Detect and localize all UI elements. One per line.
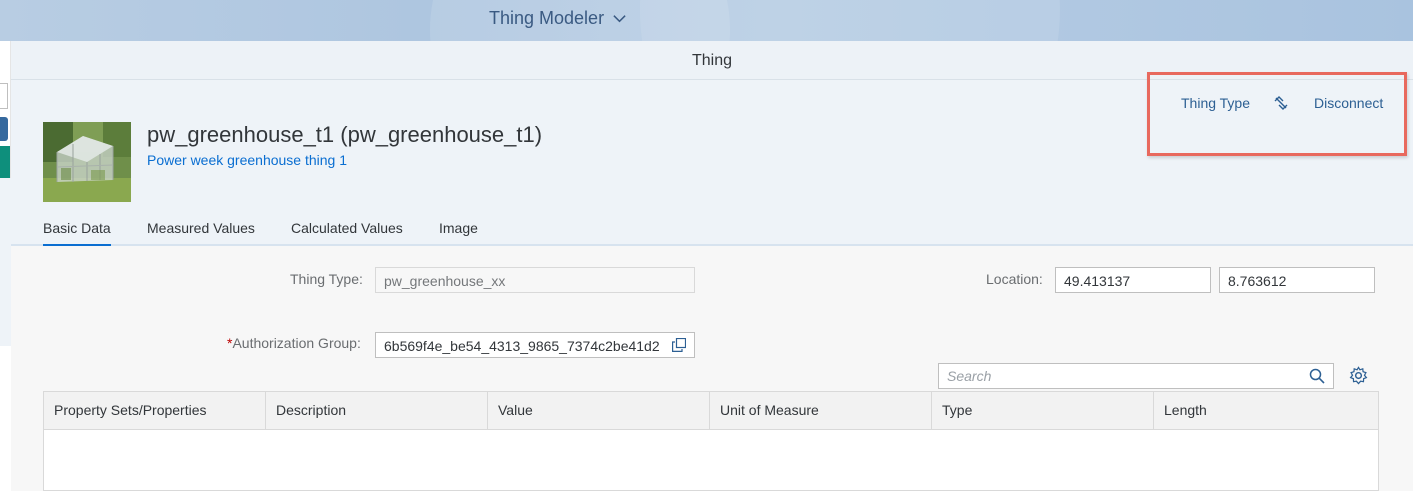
disconnect-icon[interactable] [1273,95,1289,111]
side-panel-button-edge[interactable] [0,117,8,141]
authorization-group-value: 6b569f4e_be54_4313_9865_7374c2be41d2 [384,338,660,354]
header-actions-highlight: Thing Type Disconnect [1147,72,1407,156]
side-panel-edge [0,41,11,346]
chevron-down-icon [613,15,626,23]
shell-bar: Thing Modeler [0,0,1413,41]
tab-calculated-values[interactable]: Calculated Values [291,220,403,246]
side-panel-input-edge[interactable] [0,83,8,109]
column-header-unit-of-measure[interactable]: Unit of Measure [710,392,932,430]
side-panel-selected-item-edge[interactable] [0,146,10,178]
column-header-value[interactable]: Value [488,392,710,430]
gear-icon[interactable] [1349,366,1368,385]
search-icon[interactable] [1309,368,1325,384]
tab-image[interactable]: Image [439,220,478,246]
thing-type-field: pw_greenhouse_xx [375,267,695,293]
column-header-type[interactable]: Type [932,392,1154,430]
page-title: Thing [691,52,733,69]
longitude-value: 8.763612 [1228,273,1287,289]
object-subtitle: Power week greenhouse thing 1 [147,152,348,168]
object-title: pw_greenhouse_t1 (pw_greenhouse_t1) [147,122,543,147]
location-label: Location: [986,271,1043,287]
greenhouse-image [43,122,131,202]
search-field[interactable] [938,363,1334,389]
properties-table: Property Sets/Properties Description Val… [43,391,1379,491]
column-header-length[interactable]: Length [1154,392,1378,430]
latitude-value: 49.413137 [1064,273,1131,289]
column-header-property-sets[interactable]: Property Sets/Properties [44,392,266,430]
search-input[interactable] [939,364,1299,388]
authorization-group-label: *Authorization Group: [227,335,361,351]
thing-type-button[interactable]: Thing Type [1181,95,1250,111]
thing-image [43,122,131,202]
side-panel-lower [0,346,11,491]
latitude-field[interactable]: 49.413137 [1055,267,1211,293]
authorization-group-field[interactable]: 6b569f4e_be54_4313_9865_7374c2be41d2 [375,332,695,358]
table-header: Property Sets/Properties Description Val… [44,392,1378,430]
column-header-description[interactable]: Description [266,392,488,430]
object-header: pw_greenhouse_t1 (pw_greenhouse_t1) Powe… [11,72,1413,246]
app-title-menu[interactable]: Thing Modeler [489,8,627,29]
thing-type-label: Thing Type: [290,271,363,287]
longitude-field[interactable]: 8.763612 [1219,267,1375,293]
thing-type-value: pw_greenhouse_xx [384,273,506,289]
app-title: Thing Modeler [489,8,605,28]
copy-icon[interactable] [672,338,686,352]
authorization-group-label-text: Authorization Group: [232,335,361,351]
tab-measured-values[interactable]: Measured Values [147,220,255,246]
tab-basic-data[interactable]: Basic Data [43,220,111,246]
basic-data-content: Thing Type: pw_greenhouse_xx Location: 4… [11,246,1413,491]
disconnect-button[interactable]: Disconnect [1314,95,1383,111]
